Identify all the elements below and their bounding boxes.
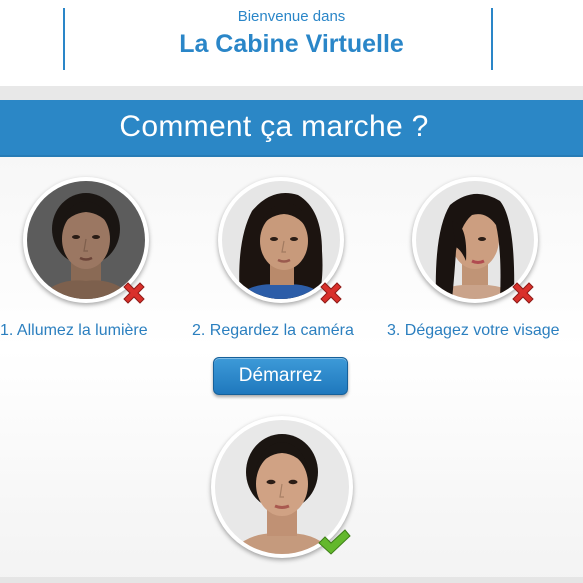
footer-separator bbox=[0, 577, 583, 583]
header: Bienvenue dans La Cabine Virtuelle bbox=[0, 0, 583, 86]
how-it-works-banner: Comment ça marche ? bbox=[0, 100, 583, 157]
step-3-label: 3. Dégagez votre visage bbox=[387, 322, 560, 339]
red-x-icon bbox=[320, 282, 342, 304]
green-check-icon bbox=[318, 529, 351, 555]
red-x-icon bbox=[512, 282, 534, 304]
header-separator bbox=[0, 86, 583, 100]
how-it-works-heading: Comment ça marche ? bbox=[119, 110, 429, 143]
step-1-label: 1. Allumez la lumière bbox=[0, 322, 148, 339]
app-title: La Cabine Virtuelle bbox=[179, 30, 404, 58]
red-x-icon bbox=[123, 282, 145, 304]
step-2-label: 2. Regardez la caméra bbox=[192, 322, 354, 339]
welcome-text: Bienvenue dans bbox=[237, 8, 346, 25]
start-button[interactable]: Démarrez bbox=[213, 357, 348, 395]
